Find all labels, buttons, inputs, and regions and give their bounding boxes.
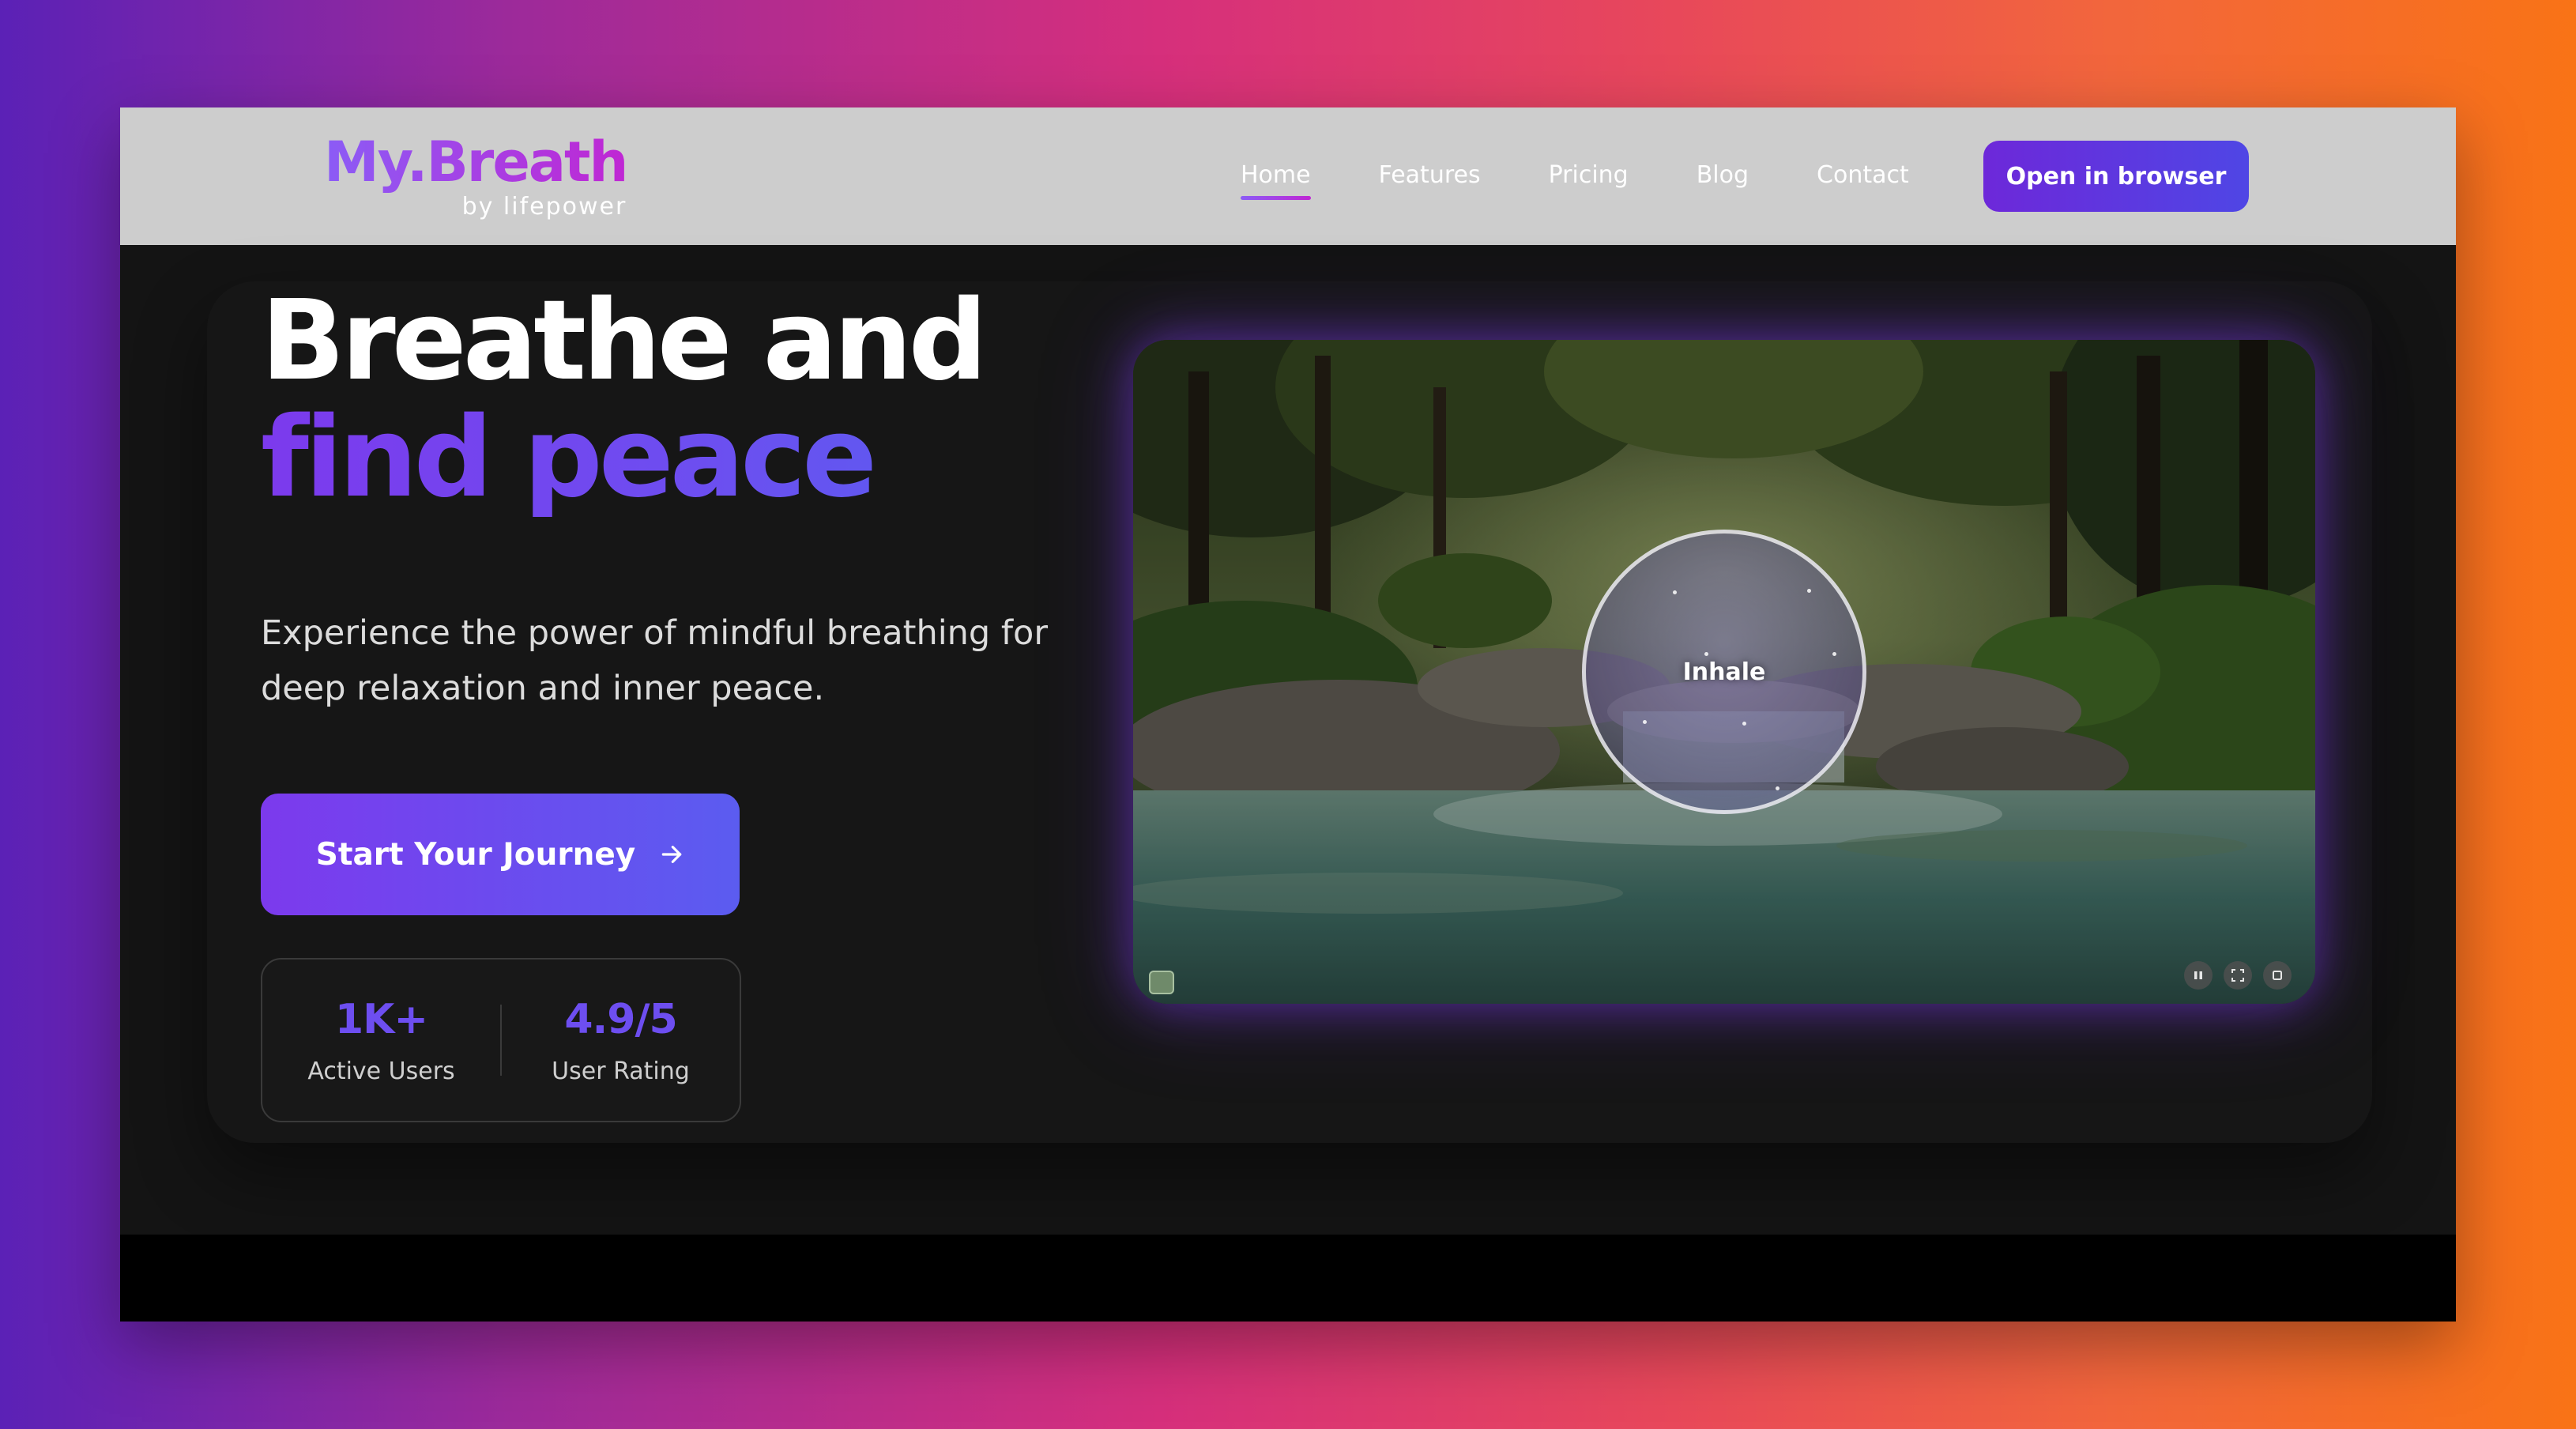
stat-active-users: 1K+ Active Users [262,996,500,1085]
particle-dot [1742,722,1746,726]
stop-glyph [2273,971,2282,980]
stop-icon[interactable] [2263,961,2292,990]
hero-headline: Breathe and find peace [261,277,988,517]
particle-dot [1643,720,1647,724]
navbar: My.Breath by lifepower Home Features Pri… [120,107,2456,245]
brand-tagline: by lifepower [461,193,627,221]
hero-description: Experience the power of mindful breathin… [261,613,1049,708]
nav-item-blog[interactable]: Blog [1697,161,1749,192]
headline-line-2: find peace [261,400,984,517]
particle-dot [1776,786,1779,790]
particle-dot [1832,652,1836,656]
breath-phase-label: Inhale [1682,658,1766,686]
main-nav: Home Features Pricing Blog Contact [1241,107,1977,245]
open-in-browser-button[interactable]: Open in browser [1983,141,2249,212]
breath-indicator-circle: Inhale [1582,530,1866,814]
music-icon[interactable] [1149,971,1174,994]
fullscreen-glyph [2231,969,2244,982]
nav-item-pricing[interactable]: Pricing [1549,161,1629,192]
logo[interactable]: My.Breath by lifepower [324,128,628,221]
browser-window: My.Breath by lifepower Home Features Pri… [120,107,2456,1322]
particle-dot [1673,590,1677,594]
nav-item-home[interactable]: Home [1241,161,1311,200]
start-journey-button[interactable]: Start Your Journey [261,794,740,915]
nav-item-features[interactable]: Features [1379,161,1481,192]
brand-name: My.Breath [324,130,628,194]
footer-bar [120,1235,2456,1322]
breathing-video-player[interactable]: Inhale [1133,340,2315,1004]
stat-value: 4.9/5 [564,995,677,1043]
stat-user-rating: 4.9/5 User Rating [502,996,740,1085]
headline-line-1: Breathe and [261,277,988,405]
stats-panel: 1K+ Active Users 4.9/5 User Rating [261,958,741,1122]
start-journey-label: Start Your Journey [315,836,636,873]
pause-icon[interactable] [2184,961,2213,990]
pause-glyph [2194,971,2202,979]
arrow-right-icon [661,846,682,863]
stat-value: 1K+ [334,995,428,1043]
stat-label: User Rating [552,1057,690,1085]
nav-item-contact[interactable]: Contact [1817,161,1909,192]
particle-dot [1807,589,1811,593]
particle-dot [1704,652,1708,656]
stat-label: Active Users [307,1057,455,1085]
fullscreen-icon[interactable] [2224,961,2252,990]
